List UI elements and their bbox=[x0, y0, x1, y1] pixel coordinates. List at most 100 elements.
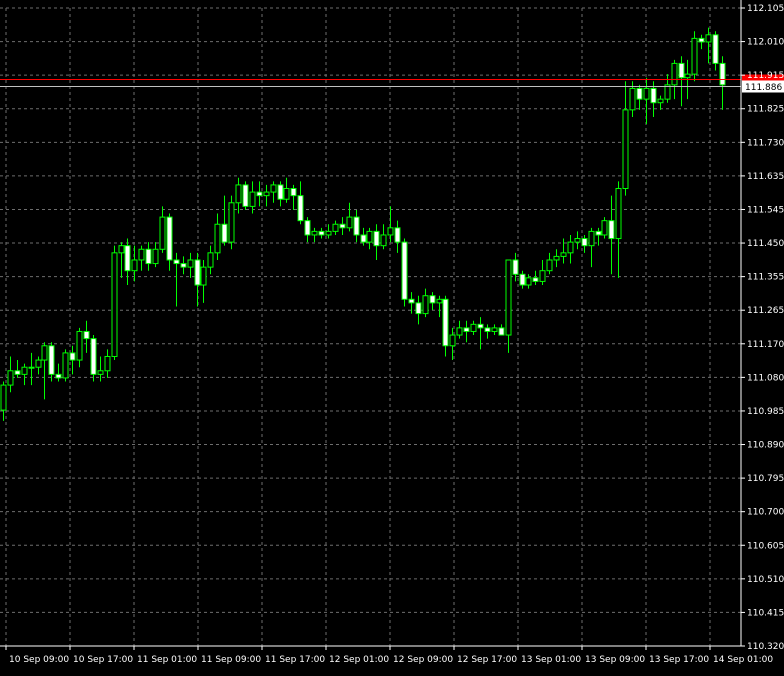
y-tick-label: 111.635 bbox=[747, 172, 784, 182]
candle-body-bear bbox=[353, 216, 360, 236]
candle-body-bear bbox=[373, 230, 380, 247]
candle-body-bear bbox=[595, 230, 602, 236]
candle-body-bear bbox=[394, 227, 401, 243]
candle-body-bull bbox=[588, 230, 595, 247]
candle-body-bull bbox=[705, 34, 712, 43]
candle-body-bear bbox=[55, 373, 62, 379]
x-tick-label: 12 Sep 01:00 bbox=[329, 655, 389, 665]
candle-body-bull bbox=[263, 191, 270, 197]
y-tick-label: 110.605 bbox=[747, 541, 784, 551]
x-tick-label: 10 Sep 09:00 bbox=[9, 655, 69, 665]
candle-body-bear bbox=[401, 241, 408, 300]
candle-body-bull bbox=[436, 298, 443, 304]
y-tick-label: 111.450 bbox=[747, 239, 784, 249]
candle-body-bear bbox=[429, 295, 436, 304]
candle-body-bull bbox=[187, 259, 194, 268]
candle-body-bull bbox=[553, 255, 560, 261]
candle-body-bull bbox=[691, 37, 698, 75]
candle-body-bull bbox=[422, 295, 429, 315]
candle-body-bull bbox=[104, 355, 111, 372]
candle-body-bear bbox=[442, 298, 449, 347]
candle-body-bear bbox=[83, 330, 90, 340]
candle-body-bull bbox=[380, 234, 387, 247]
candle-body-bull bbox=[0, 384, 7, 411]
y-tick-label: 111.825 bbox=[747, 105, 784, 115]
candle-body-bear bbox=[512, 259, 519, 275]
candle-body-bull bbox=[671, 62, 678, 86]
chart-svg[interactable]: 111.886 112.105 112.010 111.915 111.825 111.… bbox=[0, 0, 784, 672]
candle-body-bull bbox=[207, 252, 214, 268]
candle-body-bear bbox=[408, 298, 415, 304]
candle-body-bear bbox=[14, 370, 21, 375]
chart-background bbox=[0, 0, 784, 672]
candle-body-bear bbox=[69, 352, 76, 361]
candle-body-bear bbox=[519, 273, 526, 286]
ask-price-label: 111.886 bbox=[745, 83, 782, 93]
y-tick-label: 110.415 bbox=[747, 608, 784, 618]
candle bbox=[401, 238, 408, 307]
x-tick-label: 13 Sep 17:00 bbox=[649, 655, 709, 665]
candle-body-bear bbox=[90, 338, 97, 375]
candle-body-bull bbox=[270, 184, 277, 193]
candle-body-bear bbox=[318, 230, 325, 236]
candle-body-bull bbox=[629, 87, 636, 111]
candle-body-bull bbox=[228, 202, 235, 243]
candle-body-bear bbox=[221, 223, 228, 243]
candle-body-bear bbox=[277, 184, 284, 200]
y-tick-label: 110.700 bbox=[747, 508, 784, 518]
y-tick-label: 111.915 bbox=[747, 71, 784, 81]
x-tick-label: 13 Sep 09:00 bbox=[585, 655, 645, 665]
candle-body-bull bbox=[152, 248, 159, 265]
candle-body-bear bbox=[290, 187, 297, 197]
x-tick-label: 14 Sep 01:00 bbox=[713, 655, 773, 665]
candle-body-bull bbox=[346, 216, 353, 229]
y-tick-label: 111.170 bbox=[747, 340, 784, 350]
y-tick-label: 110.985 bbox=[747, 407, 784, 417]
candle-body-bear bbox=[180, 263, 187, 268]
y-tick-label: 110.890 bbox=[747, 441, 784, 451]
candle-body-bull bbox=[622, 109, 629, 189]
candle-body-bull bbox=[505, 259, 512, 336]
y-tick-label: 112.105 bbox=[747, 4, 784, 14]
y-tick-label: 111.265 bbox=[747, 306, 784, 316]
candle-body-bear bbox=[698, 37, 705, 43]
candle-body-bull bbox=[560, 252, 567, 257]
candle-body-bull bbox=[546, 259, 553, 272]
candle-body-bull bbox=[235, 184, 242, 204]
candle-body-bear bbox=[498, 327, 505, 336]
candle-body-bear bbox=[339, 223, 346, 229]
candle bbox=[228, 195, 235, 250]
y-tick-label: 111.355 bbox=[747, 273, 784, 283]
candle-body-bull bbox=[332, 223, 339, 232]
candle-body-bull bbox=[387, 227, 394, 236]
y-tick-label: 112.010 bbox=[747, 38, 784, 48]
x-tick-label: 11 Sep 01:00 bbox=[137, 655, 197, 665]
candle-body-bear bbox=[194, 259, 201, 286]
price-chart[interactable]: 111.886 112.105 112.010 111.915 111.825 111.… bbox=[0, 0, 784, 672]
y-tick-label: 110.795 bbox=[747, 474, 784, 484]
candle-body-bull bbox=[643, 87, 650, 100]
candle-body-bear bbox=[124, 245, 131, 272]
candle-body-bear bbox=[415, 302, 422, 315]
candle-body-bear bbox=[256, 191, 263, 197]
candle bbox=[111, 245, 118, 361]
candle-body-bull bbox=[525, 277, 532, 286]
candle-body-bear bbox=[297, 195, 304, 222]
candle bbox=[90, 335, 97, 382]
candle-body-bull bbox=[21, 366, 28, 375]
candle-body-bull bbox=[97, 370, 104, 375]
candle-body-bear bbox=[719, 62, 726, 86]
candle bbox=[242, 181, 249, 210]
candle-body-bull bbox=[574, 238, 581, 243]
x-tick-label: 11 Sep 17:00 bbox=[265, 655, 325, 665]
candle-body-bull bbox=[214, 223, 221, 254]
candle-body-bull bbox=[28, 366, 35, 369]
y-tick-label: 111.730 bbox=[747, 138, 784, 148]
candle-body-bull bbox=[456, 327, 463, 336]
candle-body-bear bbox=[678, 62, 685, 79]
x-tick-label: 12 Sep 09:00 bbox=[393, 655, 453, 665]
candle-body-bull bbox=[601, 220, 608, 236]
candle-body-bull bbox=[491, 327, 498, 332]
candle-body-bull bbox=[539, 270, 546, 282]
candle bbox=[601, 217, 608, 239]
